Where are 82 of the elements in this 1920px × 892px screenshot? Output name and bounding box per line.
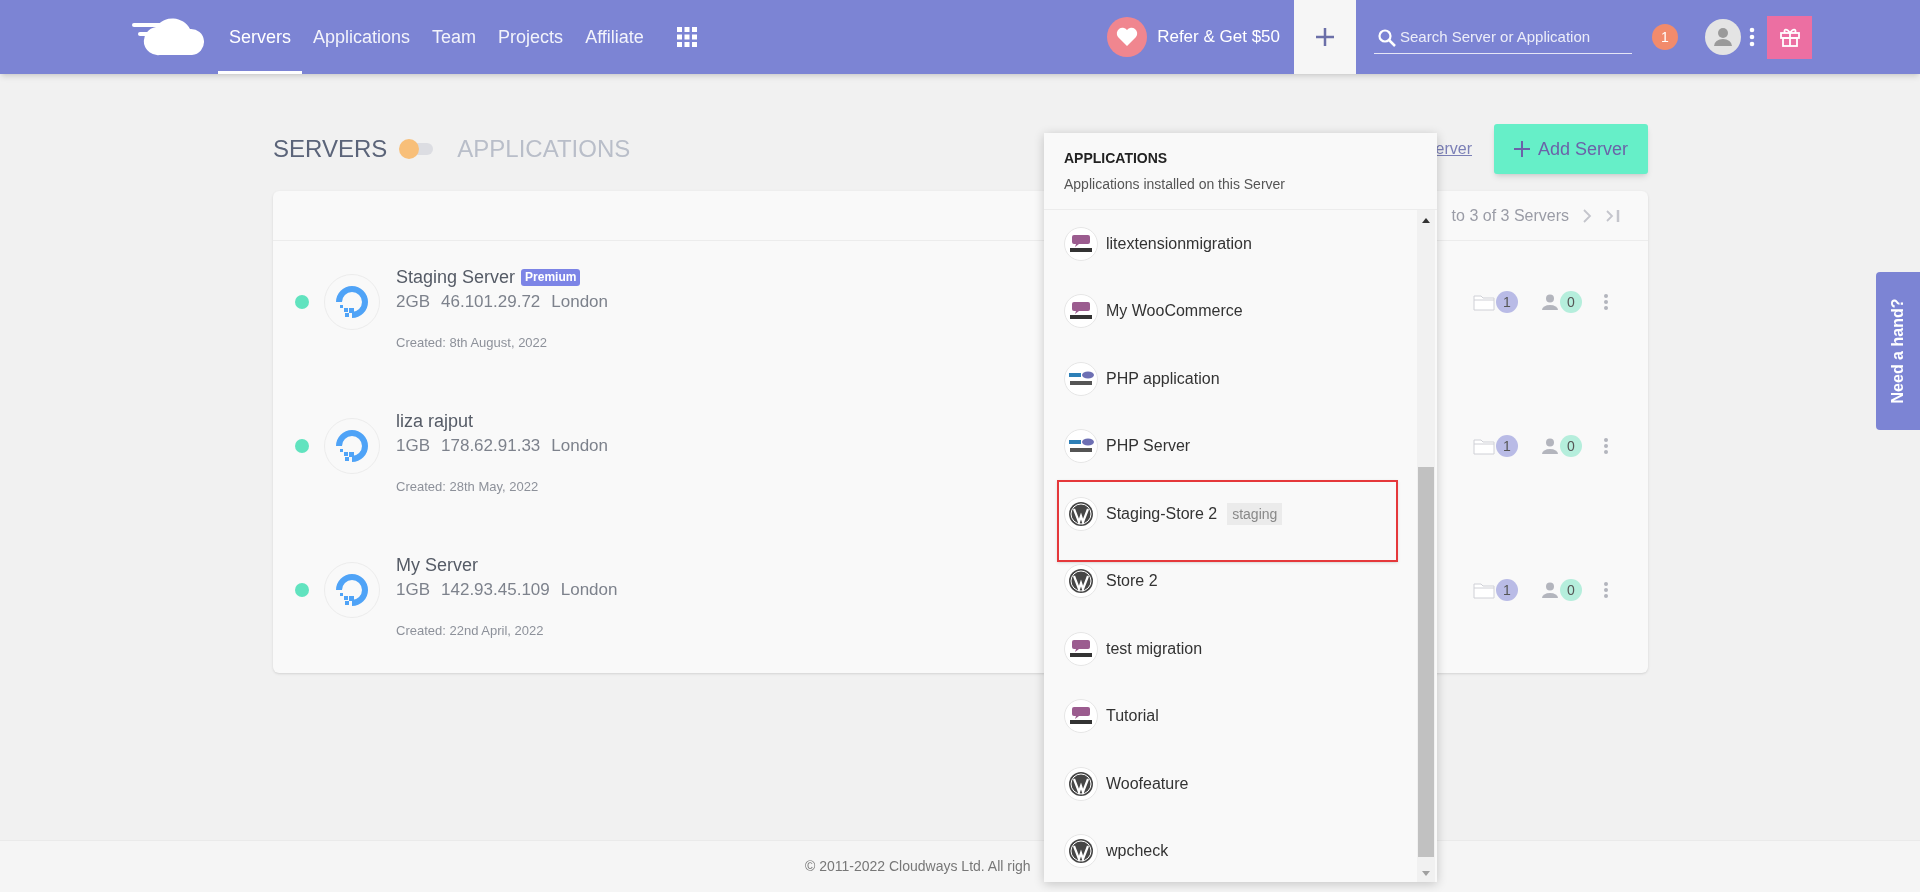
- plus-icon: [1315, 27, 1335, 47]
- app-list-item[interactable]: Tutorial: [1044, 682, 1417, 750]
- server-ip: 178.62.91.33: [441, 435, 541, 457]
- server-location: London: [560, 579, 618, 601]
- premium-badge: Premium: [521, 268, 581, 286]
- app-count-badge: 1: [1496, 579, 1518, 601]
- help-tab[interactable]: Need a hand?: [1876, 272, 1920, 430]
- app-list-item[interactable]: wpcheck: [1044, 817, 1417, 885]
- plus-icon: [1513, 141, 1530, 157]
- copyright-text: © 2011-2022 Cloudways Ltd. All righ: [805, 857, 1031, 876]
- circle-logo-icon: [1064, 564, 1098, 599]
- avatar-icon[interactable]: [1705, 19, 1741, 55]
- circle-logo-icon: [1064, 496, 1098, 531]
- user-icon[interactable]: [1542, 581, 1558, 599]
- servers-view-label[interactable]: SERVERS: [273, 131, 388, 167]
- staging-tag: staging: [1227, 502, 1283, 525]
- stack-logo-icon: [1064, 429, 1098, 464]
- kebab-menu-icon[interactable]: [1749, 27, 1755, 47]
- member-count-badge: 0: [1560, 291, 1582, 313]
- app-list-item[interactable]: My WooCommerce: [1044, 277, 1417, 345]
- ring-logo-icon: [324, 274, 380, 330]
- bubble-logo-icon: [1064, 294, 1098, 329]
- gift-icon: [1778, 26, 1801, 48]
- add-link[interactable]: erver: [1435, 137, 1472, 161]
- app-list-item[interactable]: Staging-Store 2 staging: [1044, 480, 1417, 548]
- folder-icon[interactable]: [1473, 293, 1495, 311]
- add-button[interactable]: [1294, 0, 1356, 74]
- created-date: Created: 8th August, 2022: [396, 334, 549, 352]
- user-icon[interactable]: [1542, 293, 1558, 311]
- kebab-menu-icon[interactable]: [1604, 438, 1608, 454]
- scroll-down-icon[interactable]: [1422, 871, 1430, 876]
- server-name[interactable]: Staging Server: [396, 265, 516, 289]
- app-list-item[interactable]: Woofeature: [1044, 750, 1417, 818]
- server-ip: 46.101.29.72: [441, 291, 541, 313]
- kebab-menu-icon[interactable]: [1604, 582, 1608, 598]
- bubble-logo-icon: [1064, 631, 1098, 666]
- search-icon: [1378, 29, 1396, 47]
- folder-icon[interactable]: [1473, 437, 1495, 455]
- refer-link[interactable]: Refer & Get $50: [1107, 17, 1280, 57]
- folder-icon[interactable]: [1473, 581, 1495, 599]
- member-count-badge: 0: [1560, 579, 1582, 601]
- stack-logo-icon: [1064, 361, 1098, 396]
- created-date: Created: 22nd April, 2022: [396, 622, 545, 640]
- circle-logo-icon: [1064, 834, 1098, 869]
- add-server-button[interactable]: Add Server: [1494, 124, 1648, 174]
- popup-title: APPLICATIONS: [1064, 149, 1169, 168]
- popup-subtitle: Applications installed on this Server: [1064, 175, 1286, 194]
- server-size: 2GB: [396, 291, 431, 313]
- last-page-icon[interactable]: [1606, 208, 1620, 223]
- app-list-item[interactable]: PHP Server: [1044, 412, 1417, 480]
- server-size: 1GB: [396, 579, 431, 601]
- apps-grid-icon[interactable]: [676, 27, 697, 47]
- ring-logo-icon: [324, 562, 380, 618]
- search-field[interactable]: Search Server or Application: [1374, 20, 1632, 54]
- server-size: 1GB: [396, 435, 431, 457]
- app-count-badge: 1: [1496, 291, 1518, 313]
- app-list-item[interactable]: PHP application: [1044, 345, 1417, 413]
- server-name[interactable]: My Server: [396, 553, 478, 577]
- server-location: London: [551, 291, 609, 313]
- bubble-logo-icon: [1064, 226, 1098, 261]
- kebab-menu-icon[interactable]: [1604, 294, 1608, 310]
- circle-logo-icon: [1064, 766, 1098, 801]
- app-list-item[interactable]: test migration: [1044, 615, 1417, 683]
- scroll-up-icon[interactable]: [1422, 218, 1430, 223]
- created-date: Created: 28th May, 2022: [396, 478, 540, 496]
- bubble-logo-icon: [1064, 699, 1098, 734]
- app-list-item[interactable]: Store 2: [1044, 547, 1417, 615]
- scrollbar[interactable]: [1417, 210, 1435, 882]
- ring-logo-icon: [324, 418, 380, 474]
- app-list-item[interactable]: litextensionmigration: [1044, 210, 1417, 278]
- user-icon[interactable]: [1542, 437, 1558, 455]
- member-count-badge: 0: [1560, 435, 1582, 457]
- server-location: London: [551, 435, 609, 457]
- pagination-text: to 3 of 3 Servers: [1451, 205, 1569, 226]
- next-page-icon[interactable]: [1583, 208, 1592, 223]
- server-name[interactable]: liza rajput: [396, 409, 474, 433]
- scroll-thumb[interactable]: [1418, 467, 1434, 857]
- server-ip: 142.93.45.109: [441, 579, 550, 601]
- gift-button[interactable]: [1767, 15, 1812, 59]
- app-count-badge: 1: [1496, 435, 1518, 457]
- cloud-logo-icon[interactable]: [130, 17, 206, 57]
- nav-link[interactable]: Servers: [218, 0, 302, 74]
